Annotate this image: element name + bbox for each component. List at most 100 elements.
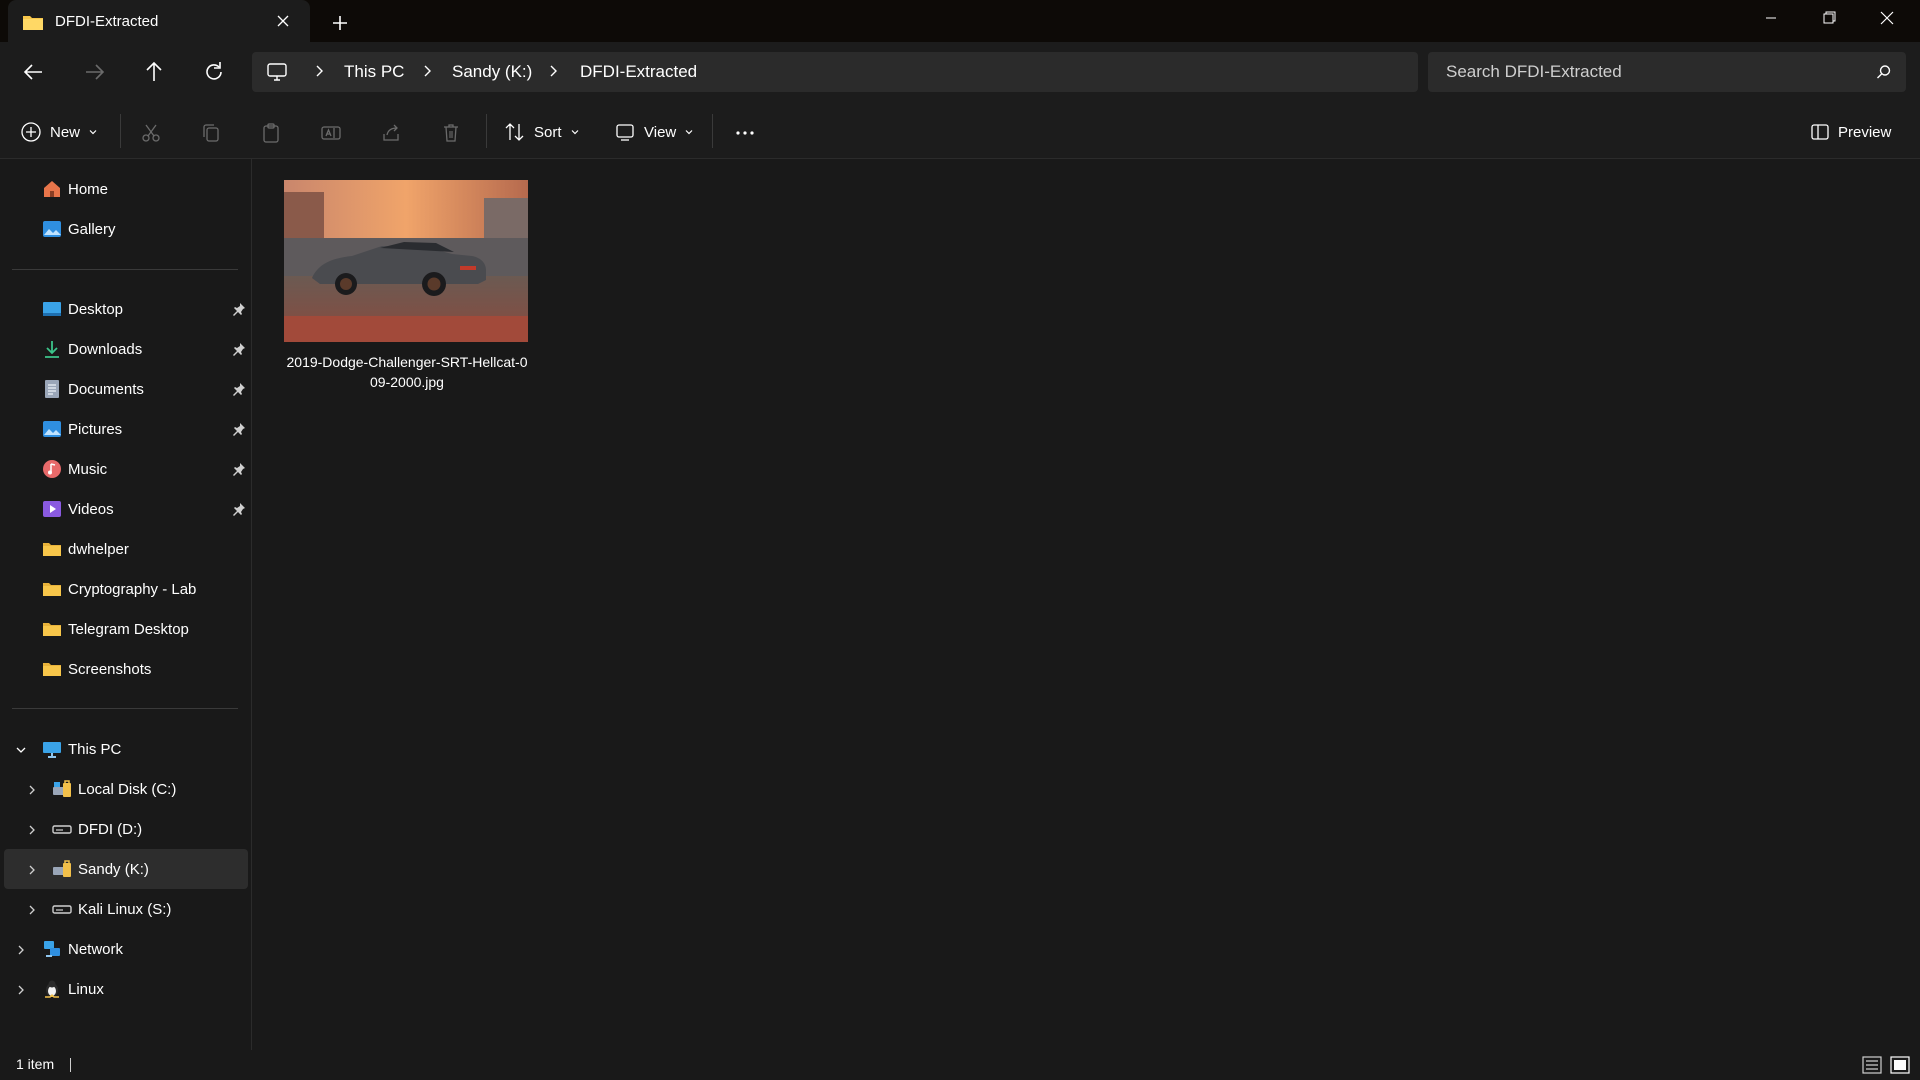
sidebar-item-this-pc[interactable]: This PC (42, 729, 121, 769)
sidebar-item-cryptography-lab[interactable]: Cryptography - Lab (42, 569, 196, 609)
share-icon[interactable] (374, 116, 408, 150)
sidebar-item-desktop[interactable]: Desktop (42, 289, 123, 329)
sidebar-item-label: Sandy (K:) (78, 860, 149, 878)
chevron-down-icon (89, 130, 97, 135)
tab-dfdi-extracted[interactable]: DFDI-Extracted (8, 0, 310, 42)
close-icon[interactable] (1858, 0, 1916, 38)
pin-icon[interactable] (232, 422, 246, 436)
new-button[interactable]: New (20, 114, 98, 150)
sidebar-item-dfdi-d[interactable]: DFDI (D:) (52, 809, 142, 849)
sort-button[interactable]: Sort (504, 114, 580, 150)
sidebar-item-home[interactable]: Home (42, 169, 108, 209)
forward-arrow-icon[interactable] (74, 52, 114, 92)
computer-icon (266, 61, 288, 87)
file-thumbnail[interactable] (284, 180, 528, 342)
chevron-down-icon[interactable] (15, 743, 27, 755)
copy-icon[interactable] (194, 116, 228, 150)
drive-icon (52, 899, 72, 919)
file-name-line: 09-2000.jpg (370, 374, 444, 390)
sidebar-item-dwhelper[interactable]: dwhelper (42, 529, 129, 569)
chevron-right-icon (420, 64, 434, 78)
item-count: 1 item (16, 1056, 55, 1072)
sidebar-item-pictures[interactable]: Pictures (42, 409, 122, 449)
desktop-icon (42, 299, 62, 319)
pictures-icon (42, 419, 62, 439)
divider (12, 269, 238, 270)
breadcrumb-dfdi-extracted[interactable]: DFDI-Extracted (580, 62, 697, 82)
up-arrow-icon[interactable] (134, 52, 174, 92)
address-bar[interactable]: This PC Sandy (K:) DFDI-Extracted (252, 52, 1418, 92)
pin-icon[interactable] (232, 502, 246, 516)
tab-title: DFDI-Extracted (55, 13, 159, 30)
chevron-right-icon[interactable] (26, 783, 38, 795)
back-arrow-icon[interactable] (14, 52, 54, 92)
rename-icon[interactable] (314, 116, 348, 150)
sidebar-item-label: dwhelper (68, 540, 129, 558)
more-icon[interactable] (728, 116, 762, 150)
sidebar-item-label: Cryptography - Lab (68, 580, 197, 598)
tiles-view-icon[interactable] (1890, 1056, 1910, 1078)
preview-button[interactable]: Preview (1810, 114, 1891, 150)
sidebar-item-gallery[interactable]: Gallery (42, 209, 116, 249)
download-icon (42, 339, 62, 359)
divider (486, 114, 487, 148)
close-tab-icon[interactable] (272, 10, 294, 32)
sidebar-item-telegram-desktop[interactable]: Telegram Desktop (42, 609, 189, 649)
breadcrumb-this-pc[interactable]: This PC (344, 62, 404, 82)
sidebar-item-label: Kali Linux (S:) (78, 900, 172, 918)
chevron-right-icon[interactable] (26, 823, 38, 835)
sidebar-item-label: Gallery (68, 220, 116, 238)
paste-icon[interactable] (254, 116, 288, 150)
sidebar-item-kali-linux-s[interactable]: Kali Linux (S:) (52, 889, 171, 929)
sidebar-item-label: Downloads (68, 340, 143, 358)
chevron-right-icon[interactable] (15, 983, 27, 995)
cut-icon[interactable] (134, 116, 168, 150)
sidebar-item-label: DFDI (D:) (78, 820, 143, 838)
pin-icon[interactable] (232, 382, 246, 396)
refresh-icon[interactable] (194, 52, 234, 92)
command-bar (0, 102, 1920, 159)
folder-icon (42, 579, 62, 599)
music-icon (42, 459, 62, 479)
pin-icon[interactable] (232, 462, 246, 476)
documents-icon (42, 379, 62, 399)
sidebar-item-label: Desktop (68, 300, 124, 318)
plus-icon[interactable] (327, 10, 353, 36)
sidebar-item-local-disk-c[interactable]: Local Disk (C:) (52, 769, 176, 809)
divider (12, 708, 238, 709)
sidebar-item-music[interactable]: Music (42, 449, 107, 489)
sidebar-item-label: Home (68, 180, 109, 198)
pin-icon[interactable] (232, 302, 246, 316)
chevron-right-icon[interactable] (26, 863, 38, 875)
sidebar-item-linux[interactable]: Linux (42, 969, 104, 1009)
sidebar-item-videos[interactable]: Videos (42, 489, 114, 529)
file-name[interactable]: 2019-Dodge-Challenger-SRT-Hellcat-0 09-2… (276, 352, 538, 392)
breadcrumb-sandy-k[interactable]: Sandy (K:) (452, 62, 532, 82)
chevron-right-icon[interactable] (15, 943, 27, 955)
sidebar-item-label: Telegram Desktop (68, 620, 189, 638)
delete-icon[interactable] (434, 116, 468, 150)
sidebar-item-sandy-k[interactable]: Sandy (K:) (52, 849, 149, 889)
sidebar-item-screenshots[interactable]: Screenshots (42, 649, 151, 689)
preview-pane-icon (1811, 124, 1829, 140)
chevron-right-icon[interactable] (26, 903, 38, 915)
search-input[interactable]: Search DFDI-Extracted (1428, 52, 1906, 92)
sidebar-item-documents[interactable]: Documents (42, 369, 144, 409)
plus-circle-icon (21, 122, 41, 142)
sidebar-item-label: Music (68, 460, 108, 478)
chevron-right-icon (312, 64, 326, 78)
minimize-icon[interactable] (1742, 0, 1800, 38)
pin-icon[interactable] (232, 342, 246, 356)
details-view-icon[interactable] (1862, 1056, 1882, 1078)
chevron-down-icon (685, 130, 693, 135)
sidebar-item-downloads[interactable]: Downloads (42, 329, 142, 369)
view-button[interactable]: View (614, 114, 694, 150)
sidebar-item-label: Screenshots (68, 660, 152, 678)
view-icon (616, 124, 634, 141)
folder-icon (42, 619, 62, 639)
restore-icon[interactable] (1800, 0, 1858, 38)
sidebar-item-network[interactable]: Network (42, 929, 123, 969)
view-label: View (644, 123, 677, 141)
videos-icon (42, 499, 62, 519)
folder-icon (42, 659, 62, 679)
